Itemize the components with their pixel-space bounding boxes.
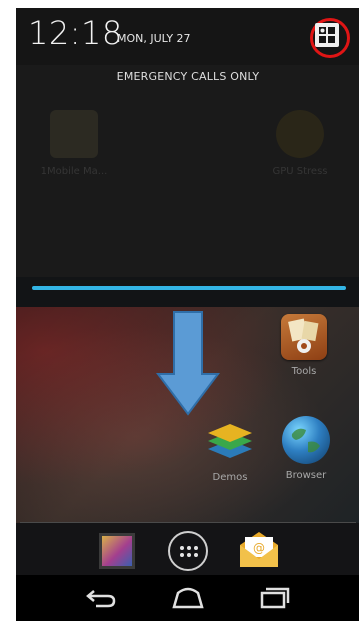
- notification-header: 12:18 MON, JULY 27: [16, 8, 359, 65]
- all-apps-button[interactable]: [168, 531, 208, 571]
- quick-settings-button[interactable]: [310, 18, 350, 58]
- shade-handle-area[interactable]: [16, 277, 359, 309]
- dock-gallery[interactable]: [99, 533, 135, 569]
- app-store-icon: [50, 110, 98, 158]
- shade-handle[interactable]: [32, 286, 346, 290]
- gallery-icon: [99, 533, 135, 569]
- shade-app-label: GPU Stress: [272, 166, 328, 177]
- navigation-bar: [16, 575, 359, 621]
- app-label: Tools: [291, 366, 317, 377]
- back-button[interactable]: [82, 583, 122, 613]
- browser-icon: [282, 416, 330, 464]
- app-demos[interactable]: Demos: [200, 416, 260, 483]
- tools-icon: [281, 314, 327, 360]
- home-button[interactable]: [168, 583, 208, 613]
- phone-screen: 12:18 MON, JULY 27 EMERGENCY CALLS ONLY …: [16, 8, 359, 621]
- back-icon: [86, 590, 116, 608]
- app-label: Demos: [212, 472, 248, 483]
- dock-email[interactable]: @: [236, 529, 282, 573]
- recent-apps-button[interactable]: [254, 583, 294, 613]
- shade-app-label: 1Mobile Ma...: [40, 166, 108, 177]
- dock: @: [16, 523, 359, 575]
- shade-app-gpu-stress: GPU Stress: [260, 110, 340, 177]
- app-tools[interactable]: Tools: [274, 314, 334, 377]
- app-label: Browser: [285, 470, 327, 481]
- app-browser[interactable]: Browser: [276, 416, 336, 481]
- notification-shade: EMERGENCY CALLS ONLY 1Mobile Ma... GPU S…: [16, 65, 359, 277]
- shade-app-1mobile: 1Mobile Ma...: [34, 110, 114, 177]
- email-icon: @: [240, 532, 278, 567]
- svg-text:@: @: [253, 541, 265, 555]
- demos-icon: [208, 424, 252, 458]
- quick-settings-icon: [315, 23, 339, 47]
- all-apps-icon: [168, 531, 208, 571]
- clock: 12:18: [28, 14, 123, 52]
- network-status: EMERGENCY CALLS ONLY: [116, 70, 260, 83]
- down-arrow-icon: [156, 311, 220, 416]
- gpu-icon: [276, 110, 324, 158]
- date: MON, JULY 27: [117, 32, 191, 45]
- recent-apps-icon: [260, 587, 290, 609]
- home-icon: [172, 587, 204, 609]
